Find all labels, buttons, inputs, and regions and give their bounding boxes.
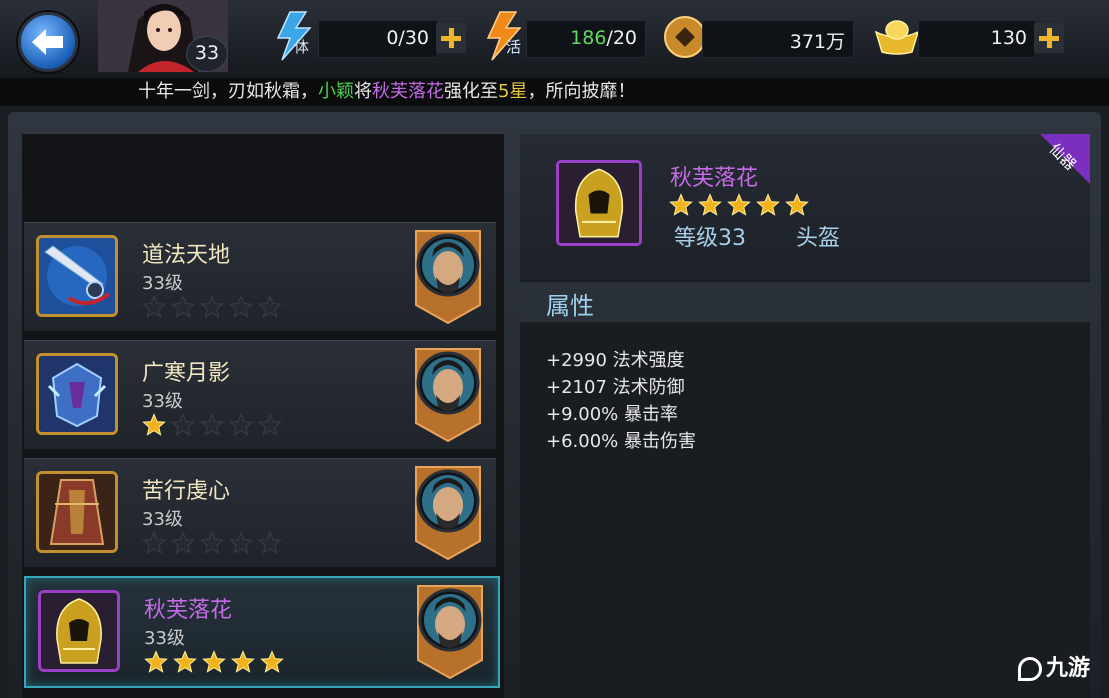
- stamina-box: 0/30: [318, 20, 438, 58]
- hero-shield-icon: [415, 348, 481, 443]
- sword-icon: [36, 235, 118, 317]
- rarity-ribbon: 仙器: [1020, 134, 1090, 204]
- star-empty-icon: [171, 295, 195, 318]
- coin-value: 371万: [789, 31, 845, 53]
- star-filled-icon: [260, 650, 284, 673]
- attributes-title: 属性: [546, 292, 594, 320]
- star-filled-icon: [231, 650, 255, 673]
- star-filled-icon: [756, 193, 780, 216]
- stamina-icon-label: 体: [294, 38, 310, 56]
- ticker-text-4: ，所向披靡！: [527, 81, 636, 102]
- ingot-add-button[interactable]: [1034, 23, 1064, 53]
- vitality-max: /20: [606, 27, 637, 49]
- back-button[interactable]: [18, 12, 78, 72]
- hero-portrait-badge[interactable]: [414, 582, 486, 680]
- item-name: 广寒月影: [142, 361, 231, 386]
- golden-hood-icon: [556, 160, 642, 246]
- star-filled-icon: [173, 650, 197, 673]
- attribute-line: +9.00% 暴击率: [546, 404, 678, 425]
- stamina-value: 0/30: [386, 27, 429, 49]
- attribute-line: +2107 法术防御: [546, 377, 685, 398]
- list-item-selected[interactable]: 秋芙落花 33级: [24, 576, 500, 688]
- hero-shield-icon: [415, 230, 481, 325]
- logo-mark-icon: [1018, 657, 1042, 681]
- coin-box: 371万: [702, 20, 854, 58]
- star-rating: [141, 413, 286, 437]
- detail-item-name: 秋芙落花: [670, 166, 759, 191]
- item-name: 苦行虔心: [142, 479, 231, 504]
- star-rating: [143, 650, 288, 674]
- star-empty-icon: [258, 295, 282, 318]
- watermark-text: 九游: [1046, 656, 1091, 681]
- star-filled-icon: [202, 650, 226, 673]
- star-empty-icon: [258, 531, 282, 554]
- golden-hood-icon: [38, 590, 120, 672]
- vitality-box: 186/20: [526, 20, 646, 58]
- star-empty-icon: [200, 413, 224, 436]
- star-empty-icon: [229, 531, 253, 554]
- star-empty-icon: [171, 531, 195, 554]
- hero-shield-icon: [417, 585, 483, 680]
- ticker-stars: 5星: [498, 81, 528, 102]
- ticker-text-3: 强化至: [444, 81, 498, 102]
- vitality-current: 186: [570, 27, 607, 49]
- star-empty-icon: [142, 295, 166, 318]
- attribute-line: +2990 法术强度: [546, 350, 685, 371]
- star-filled-icon: [144, 650, 168, 673]
- detail-item-slot: 头盔: [796, 226, 841, 251]
- stamina-add-button[interactable]: [436, 23, 466, 53]
- watermark-logo: 九游: [1018, 650, 1090, 682]
- attributes-header: [520, 282, 1090, 322]
- ticker-text-1: 十年一剑，刃如秋霜，: [138, 81, 318, 102]
- star-empty-icon: [200, 531, 224, 554]
- list-item[interactable]: 苦行虔心 33级: [24, 458, 496, 567]
- hero-portrait-badge[interactable]: [412, 463, 484, 561]
- list-item[interactable]: 道法天地 33级: [24, 222, 496, 331]
- star-empty-icon: [229, 413, 253, 436]
- hero-portrait-badge[interactable]: [412, 345, 484, 443]
- star-filled-icon: [142, 413, 166, 436]
- item-level: 33级: [144, 628, 185, 649]
- star-filled-icon: [785, 193, 809, 216]
- item-name: 秋芙落花: [144, 598, 233, 623]
- star-empty-icon: [229, 295, 253, 318]
- gold-ingot-icon: [874, 20, 920, 55]
- item-level: 33级: [142, 509, 183, 530]
- ingot-value: 130: [990, 27, 1027, 49]
- item-name: 道法天地: [142, 243, 231, 268]
- announcement-ticker: 十年一剑，刃如秋霜，小颖将秋芙落花强化至5星，所向披靡！: [0, 78, 1109, 106]
- star-filled-icon: [669, 193, 693, 216]
- attribute-line: +6.00% 暴击伤害: [546, 431, 696, 452]
- ticker-item-name: 秋芙落花: [372, 81, 444, 102]
- ticker-player-name: 小颖: [318, 81, 354, 102]
- star-filled-icon: [698, 193, 722, 216]
- star-rating: [141, 295, 286, 319]
- star-empty-icon: [142, 531, 166, 554]
- back-arrow-icon: [32, 29, 63, 55]
- hero-portrait-badge[interactable]: [412, 227, 484, 325]
- star-filled-icon: [727, 193, 751, 216]
- vitality-icon-label: 活: [506, 38, 522, 56]
- star-rating: [141, 531, 286, 555]
- list-item[interactable]: 广寒月影 33级: [24, 340, 496, 449]
- ticker-text-2: 将: [354, 81, 372, 102]
- player-level-badge: 33: [186, 36, 228, 72]
- hero-shield-icon: [415, 466, 481, 561]
- detail-star-rating: [668, 193, 813, 221]
- star-empty-icon: [171, 413, 195, 436]
- star-empty-icon: [200, 295, 224, 318]
- robe-icon: [36, 471, 118, 553]
- item-level: 33级: [142, 391, 183, 412]
- detail-item-level: 等级33: [674, 226, 746, 251]
- item-level: 33级: [142, 273, 183, 294]
- ingot-box: 130: [918, 20, 1036, 58]
- armor-icon: [36, 353, 118, 435]
- star-empty-icon: [258, 413, 282, 436]
